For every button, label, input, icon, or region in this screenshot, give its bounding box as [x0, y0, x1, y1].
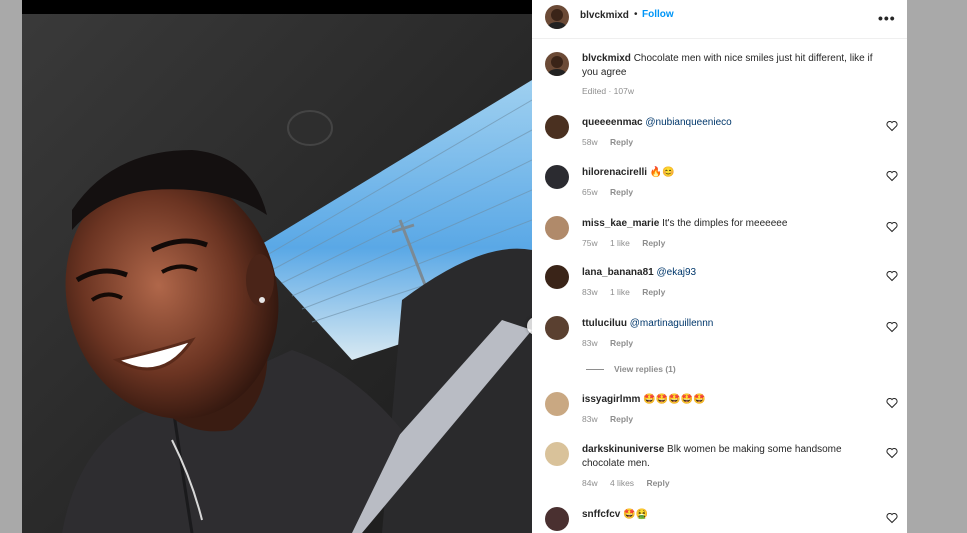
post-header: blvckmixd • Follow ••• [532, 0, 907, 39]
comment-time[interactable]: 75w [582, 238, 598, 248]
comment-time[interactable]: 83w [582, 414, 598, 424]
header-separator: • [634, 9, 638, 20]
comment-meta: 83w Reply [582, 414, 643, 424]
comment-body: It's the dimples for meeeeee [662, 218, 788, 229]
commenter-avatar[interactable] [545, 316, 569, 340]
reply-button[interactable]: Reply [610, 338, 633, 348]
view-replies-button[interactable]: View replies (1) [586, 364, 676, 374]
comment-mention[interactable]: @ekaj93 [657, 267, 697, 278]
comment-text: hilorenacirelli 🔥😊 [582, 166, 877, 180]
commenter-avatar[interactable] [545, 165, 569, 189]
comment-text: snffcfcv 🤩🤮 [582, 508, 877, 522]
caption-meta: Edited · 107w [582, 86, 634, 96]
comment-time[interactable]: 65w [582, 187, 598, 197]
heart-icon[interactable] [886, 170, 898, 182]
author-avatar[interactable] [545, 5, 569, 29]
comment-meta: 75w 1 like Reply [582, 238, 675, 248]
more-options-button[interactable]: ••• [878, 10, 896, 26]
commenter-avatar[interactable] [545, 115, 569, 139]
post-photo[interactable]: › [22, 0, 532, 533]
comment-body: 🤩🤮 [623, 509, 649, 520]
comment-time[interactable]: 83w [582, 287, 598, 297]
comment-time[interactable]: 84w [582, 478, 598, 488]
commenter-avatar[interactable] [545, 392, 569, 416]
commenter-avatar[interactable] [545, 442, 569, 466]
comment-likes[interactable]: 4 likes [610, 478, 634, 488]
photo-top-bar [22, 0, 532, 14]
comment-text: miss_kae_marie It's the dimples for meee… [582, 217, 877, 231]
comment-text: darkskinuniverse Blk women be making som… [582, 443, 877, 471]
comment-text: lana_banana81 @ekaj93 [582, 266, 877, 280]
comment-meta: 65w Reply [582, 187, 643, 197]
heart-icon[interactable] [886, 221, 898, 233]
comment-mention[interactable]: @martinaguillennn [630, 318, 714, 329]
view-replies-line [586, 369, 604, 371]
comment-mention[interactable]: @nubianqueenieco [645, 117, 731, 128]
comment-time[interactable]: 58w [582, 137, 598, 147]
view-replies-label: View replies (1) [614, 364, 676, 374]
comment-text: queeeenmac @nubianqueenieco [582, 116, 877, 130]
comment-text: ttuluciluu @martinaguillennn [582, 317, 877, 331]
comment-likes[interactable]: 1 like [610, 287, 630, 297]
more-horizontal-icon: ••• [878, 10, 896, 26]
comment-username[interactable]: hilorenacirelli [582, 167, 647, 178]
comment-meta: 83w 1 like Reply [582, 287, 675, 297]
comment-meta: 58w Reply [582, 137, 643, 147]
comment-username[interactable]: darkskinuniverse [582, 444, 664, 455]
reply-button[interactable]: Reply [610, 414, 633, 424]
author-username[interactable]: blvckmixd [580, 10, 629, 21]
selfie-image [22, 0, 532, 533]
comment-likes[interactable]: 1 like [610, 238, 630, 248]
caption-username[interactable]: blvckmixd [582, 53, 631, 64]
commenter-avatar[interactable] [545, 265, 569, 289]
comment-body: 🔥😊 [649, 167, 675, 178]
comment-username[interactable]: queeeenmac [582, 117, 643, 128]
follow-button[interactable]: Follow [642, 9, 674, 20]
comment-text: issyagirlmm 🤩🤩🤩🤩🤩 [582, 393, 877, 407]
commenter-avatar[interactable] [545, 507, 569, 531]
comments-panel: blvckmixd • Follow ••• blvckmixd Chocola… [532, 0, 907, 533]
comment-body: 🤩🤩🤩🤩🤩 [643, 394, 706, 405]
heart-icon[interactable] [886, 120, 898, 132]
comment-time[interactable]: 83w [582, 338, 598, 348]
heart-icon[interactable] [886, 270, 898, 282]
reply-button[interactable]: Reply [646, 478, 669, 488]
heart-icon[interactable] [886, 512, 898, 524]
heart-icon[interactable] [886, 397, 898, 409]
author-avatar-small[interactable] [545, 52, 569, 76]
reply-button[interactable]: Reply [610, 137, 633, 147]
reply-button[interactable]: Reply [642, 238, 665, 248]
caption-text: blvckmixd Chocolate men with nice smiles… [582, 52, 877, 80]
comment-username[interactable]: issyagirlmm [582, 394, 640, 405]
comment-username[interactable]: lana_banana81 [582, 267, 654, 278]
comment-meta: 84w 4 likes Reply [582, 478, 680, 488]
commenter-avatar[interactable] [545, 216, 569, 240]
comment-username[interactable]: miss_kae_marie [582, 218, 659, 229]
comment-meta: 83w Reply [582, 338, 643, 348]
comment-username[interactable]: ttuluciluu [582, 318, 627, 329]
reply-button[interactable]: Reply [610, 187, 633, 197]
reply-button[interactable]: Reply [642, 287, 665, 297]
comment-username[interactable]: snffcfcv [582, 509, 620, 520]
heart-icon[interactable] [886, 321, 898, 333]
heart-icon[interactable] [886, 447, 898, 459]
